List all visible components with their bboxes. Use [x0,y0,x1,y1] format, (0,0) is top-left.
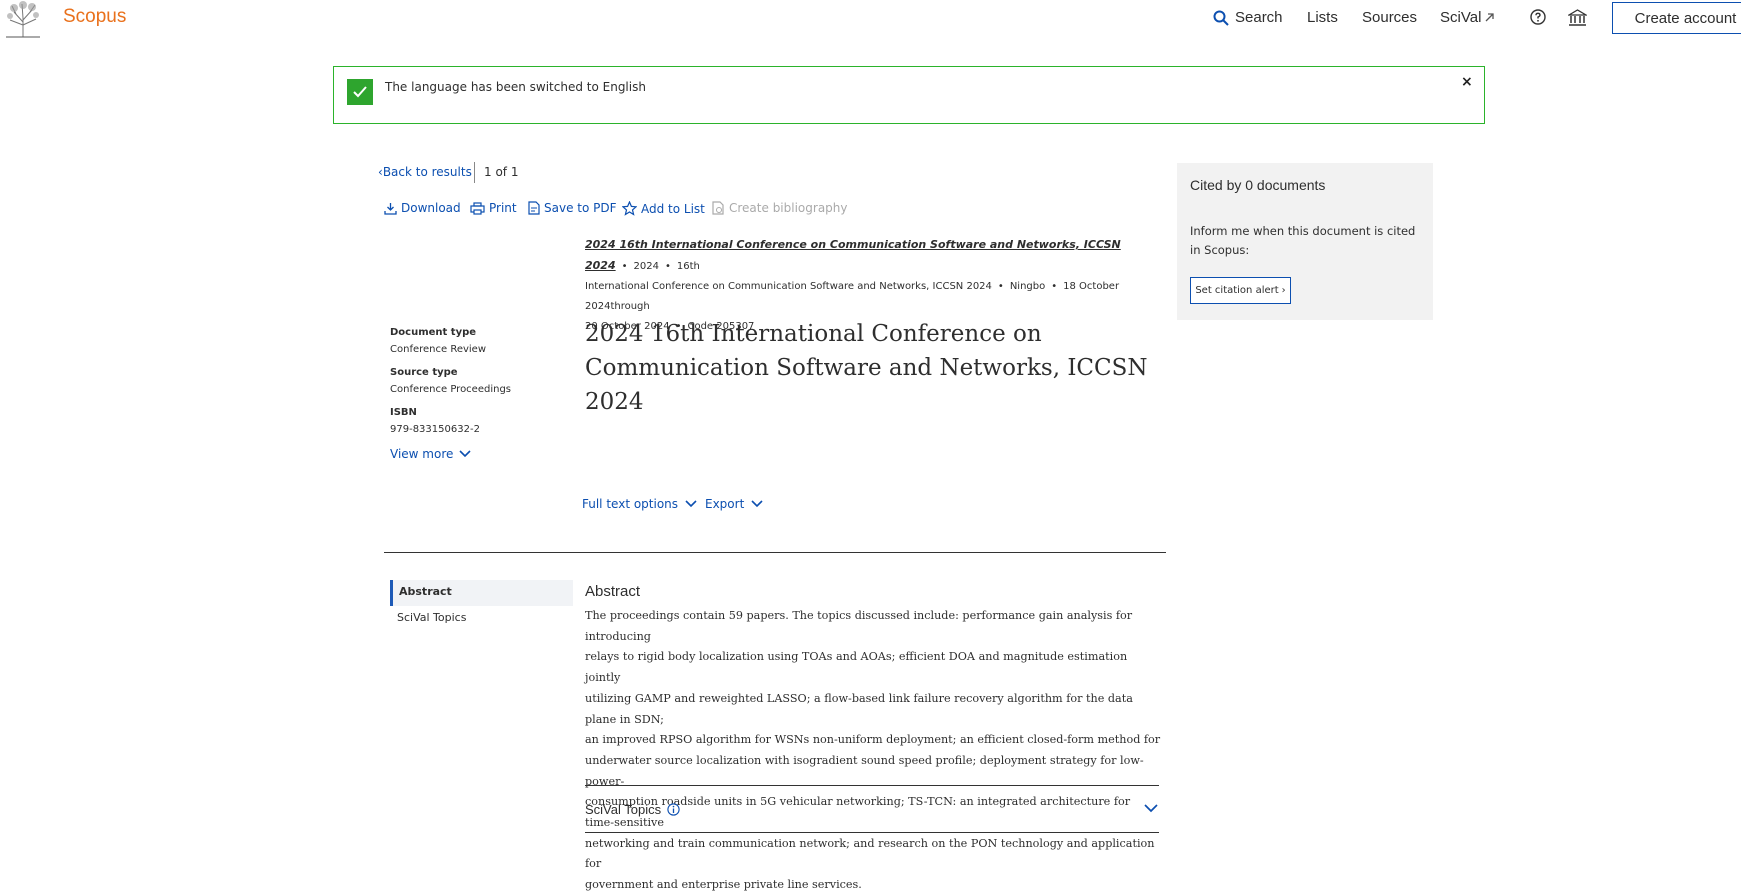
abstract-line: underwater source localization with isog… [585,753,1144,788]
set-citation-alert-button[interactable]: Set citation alert › [1190,277,1291,304]
chevron-right-icon: › [1281,285,1286,296]
cited-by-text: Inform me when this document is cited in… [1190,224,1416,257]
chevron-down-icon [459,450,471,458]
back-to-results-link[interactable]: ‹Back to results [378,165,472,179]
isbn-value: 979-833150632-2 [390,424,480,435]
divider [474,162,475,183]
elsevier-tree-logo[interactable] [2,0,44,38]
chevron-down-icon [751,500,763,508]
institution-icon [1568,9,1587,26]
add-to-list-button[interactable]: Add to List [622,201,705,216]
bullet: • [997,281,1004,292]
create-account-button[interactable]: Create account [1612,2,1741,34]
banner-message: The language has been switched to Englis… [385,80,646,94]
abstract-line: utilizing GAMP and reweighted LASSO; a f… [585,691,1133,726]
scopus-brand[interactable]: Scopus [63,6,126,28]
source-type-label: Source type [390,367,458,378]
result-pager: 1 of 1 [484,165,519,179]
conference-number: 16th [676,261,700,272]
scival-topics-label: SciVal Topics [585,802,662,817]
create-bibliography-label: Create bibliography [729,201,848,215]
print-icon [470,201,485,215]
nav-sources-label: Sources [1362,9,1418,26]
source-year: 2024 [633,261,659,272]
abstract-line: The proceedings contain 59 papers. The t… [585,609,1133,643]
abstract-line: relays to rigid body localization using … [585,650,1128,685]
create-bibliography-button: Create bibliography [712,201,848,215]
document-type-value: Conference Review [390,344,487,355]
print-button[interactable]: Print [470,201,517,215]
full-text-options-dropdown[interactable]: Full text options [582,497,697,511]
abstract-line: an improved RPSO algorithm for WSNs non-… [585,733,1161,747]
tab-abstract[interactable]: Abstract [390,580,573,606]
cited-by-heading: Cited by 0 documents [1190,177,1326,193]
document-type-label: Document type [390,327,477,338]
download-label: Download [401,201,461,215]
nav-scival-label: SciVal [1440,9,1482,26]
external-link-icon [1485,13,1495,22]
save-pdf-button[interactable]: Save to PDF [528,201,617,215]
add-to-list-label: Add to List [641,201,705,216]
full-text-options-label: Full text options [582,497,679,511]
nav-scival[interactable]: SciVal [1440,9,1495,26]
save-pdf-label: Save to PDF [544,201,617,215]
bibliography-icon [712,201,724,215]
close-icon[interactable]: × [1461,74,1473,90]
document-title: 2024 16th International Conference on Co… [585,321,1148,415]
print-label: Print [489,201,517,215]
conference-name: International Conference on Communicatio… [585,281,992,292]
export-label: Export [705,497,745,511]
source-type-value: Conference Proceedings [390,384,512,395]
help-icon [1530,9,1546,25]
language-banner [333,66,1485,124]
chevron-down-icon[interactable] [1144,804,1158,813]
search-icon [1213,10,1229,26]
institution-button[interactable] [1568,9,1593,27]
isbn-label: ISBN [390,407,417,418]
nav-lists[interactable]: Lists [1307,9,1338,26]
star-icon [622,201,637,216]
check-icon [347,79,373,105]
abstract-text: The proceedings contain 59 papers. The t… [585,606,1161,896]
abstract-heading: Abstract [585,583,641,600]
section-divider [384,552,1166,553]
tab-scival-topics[interactable]: SciVal Topics [397,611,466,624]
view-more-label: View more [390,447,454,461]
download-button[interactable]: Download [384,201,461,215]
scival-topics-accordion[interactable]: SciVal Topics [585,802,680,817]
nav-sources[interactable]: Sources [1362,9,1417,26]
nav-search-label: Search [1235,9,1283,26]
nav-lists-label: Lists [1307,9,1338,26]
abstract-line: government and enterprise private line s… [585,878,862,892]
bullet: • [621,261,628,272]
nav-search[interactable]: Search [1213,9,1283,26]
back-label: Back to results [382,165,472,179]
bullet: • [664,261,671,272]
divider [585,785,1159,786]
conference-location: Ningbo [1009,281,1046,292]
pdf-icon [528,201,540,215]
help-button[interactable] [1530,9,1552,25]
info-icon[interactable] [667,803,680,816]
chevron-down-icon [685,500,697,508]
export-dropdown[interactable]: Export [705,497,763,511]
bullet: • [1051,281,1058,292]
divider [585,832,1159,833]
view-more-button[interactable]: View more [390,447,471,461]
download-icon [384,202,397,215]
set-citation-alert-label: Set citation alert [1195,285,1279,296]
